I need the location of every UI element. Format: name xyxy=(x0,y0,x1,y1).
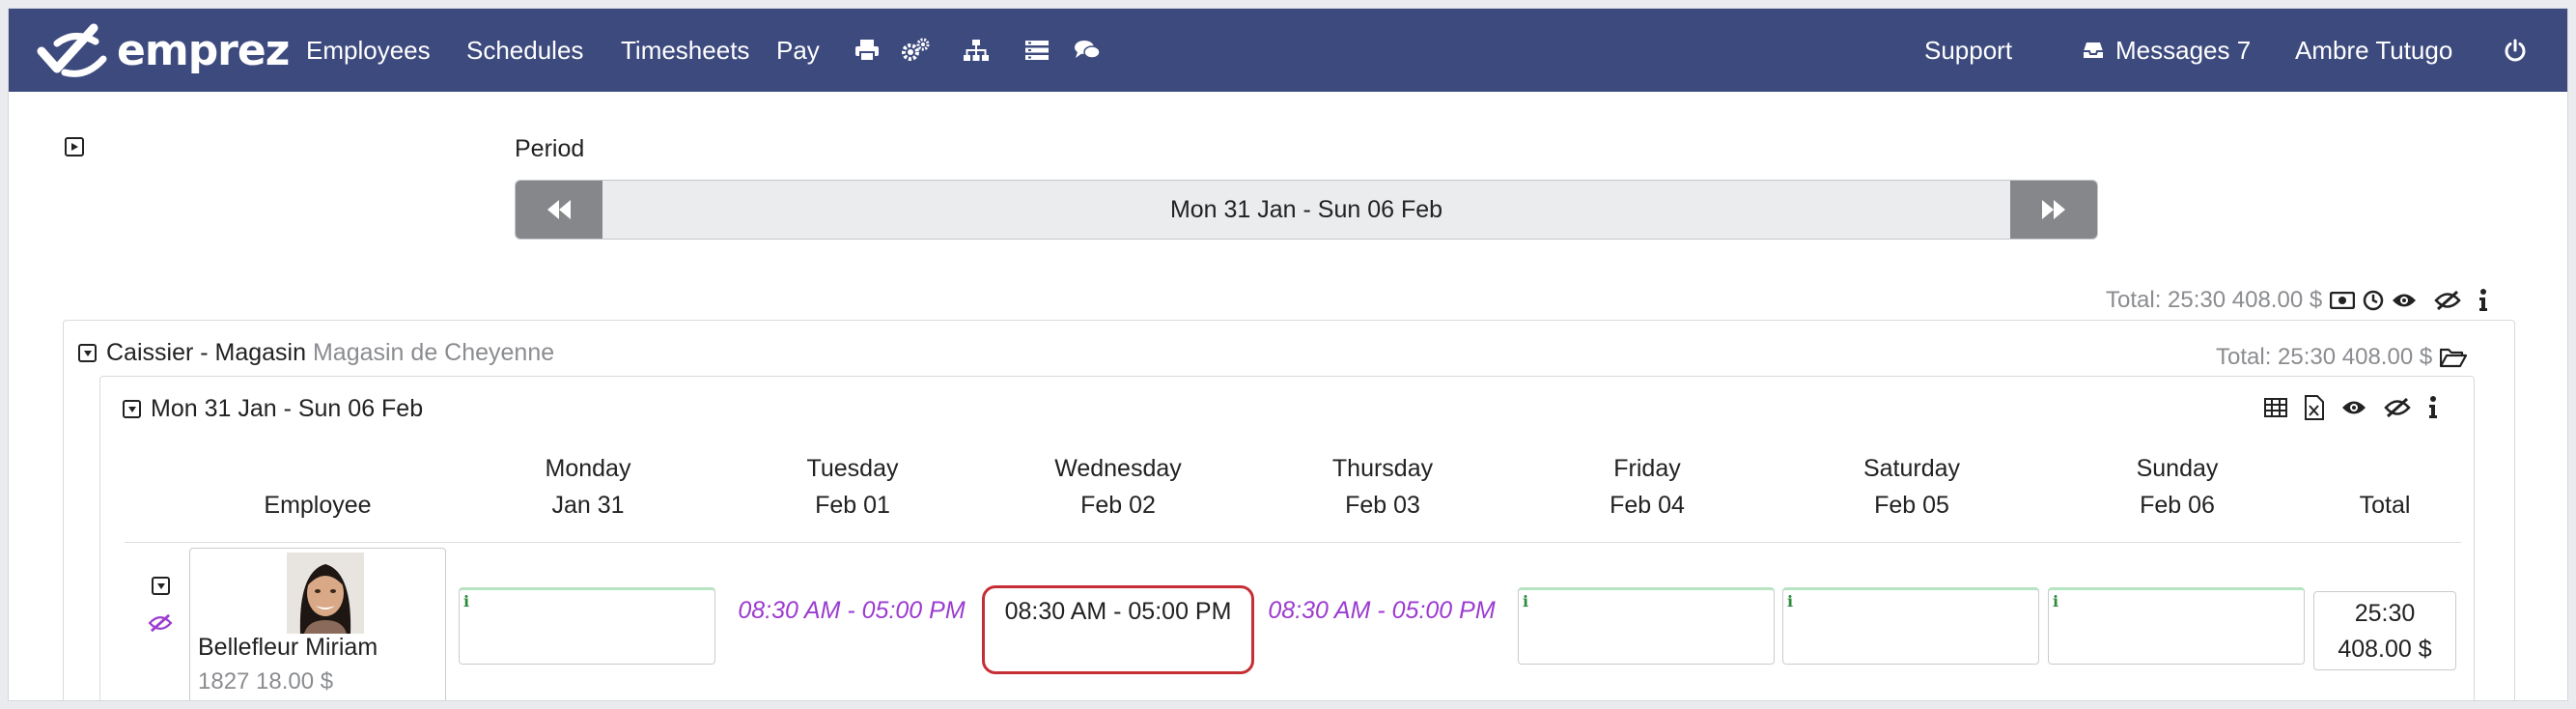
group-location: Magasin de Cheyenne xyxy=(312,339,555,366)
nav-support[interactable]: Support xyxy=(1924,9,2012,92)
info-icon[interactable] xyxy=(2428,396,2438,419)
column-header-friday: Friday Feb 04 xyxy=(1518,450,1777,524)
eye-icon[interactable] xyxy=(2392,292,2417,309)
nav-employees[interactable]: Employees xyxy=(306,9,431,92)
employee-column-header: Employee xyxy=(264,492,372,519)
week-header: Mon 31 Jan - Sun 06 Feb xyxy=(123,395,423,423)
day-name: Sunday xyxy=(2136,455,2219,482)
column-header-sunday: Sunday Feb 06 xyxy=(2048,450,2307,524)
week-toolbar xyxy=(2264,395,2438,420)
fast-backward-icon xyxy=(547,200,571,219)
nav-messages[interactable]: Messages 7 xyxy=(2083,9,2251,92)
clock-icon[interactable] xyxy=(2363,290,2384,311)
nav-pay[interactable]: Pay xyxy=(776,9,820,92)
day-date: Feb 02 xyxy=(1080,492,1156,519)
period-range[interactable]: Mon 31 Jan - Sun 06 Feb xyxy=(602,181,2010,239)
eye-icon[interactable] xyxy=(2341,399,2366,416)
column-header-thursday: Thursday Feb 03 xyxy=(1253,450,1512,524)
previous-period-button[interactable] xyxy=(516,181,602,239)
money-icon[interactable] xyxy=(2330,292,2356,309)
info-icon[interactable] xyxy=(2478,289,2488,312)
app-frame: emprez Employees Schedules Timesheets Pa… xyxy=(8,8,2568,701)
excel-file-icon[interactable] xyxy=(2305,395,2324,420)
inbox-icon xyxy=(2084,43,2103,58)
column-header-tuesday: Tuesday Feb 01 xyxy=(723,450,982,524)
summary-total: Total: 25:30 408.00 $ xyxy=(2106,287,2323,313)
shift-cell-monday[interactable]: i xyxy=(459,587,715,665)
next-period-button[interactable] xyxy=(2010,181,2097,239)
hidden-eye-icon[interactable] xyxy=(148,613,173,638)
employee-name: Bellefleur Miriam xyxy=(198,634,378,661)
day-date: Feb 06 xyxy=(2140,492,2215,519)
day-name: Saturday xyxy=(1862,455,1961,482)
info-icon[interactable]: i xyxy=(463,592,469,610)
nav-schedules[interactable]: Schedules xyxy=(466,9,583,92)
row-collapse-icon[interactable] xyxy=(152,577,170,595)
brand-name: emprez xyxy=(117,25,290,75)
employee-meta: 1827 18.00 $ xyxy=(198,668,334,695)
day-date: Feb 05 xyxy=(1874,492,1949,519)
comments-icon[interactable] xyxy=(1074,9,1101,92)
week-title-text: Mon 31 Jan - Sun 06 Feb xyxy=(151,395,424,422)
total-column-header: Total xyxy=(2359,492,2411,519)
brand-logo[interactable]: emprez xyxy=(36,9,290,92)
summary-total-bar: Total: 25:30 408.00 $ xyxy=(2106,287,2488,314)
printer-icon[interactable] xyxy=(854,9,880,92)
emprez-logo-icon xyxy=(37,23,107,77)
shift-thursday[interactable]: 08:30 AM - 05:00 PM xyxy=(1253,597,1510,625)
folder-open-icon[interactable] xyxy=(2440,347,2468,368)
day-date: Feb 03 xyxy=(1345,492,1420,519)
eye-slash-icon[interactable] xyxy=(2434,290,2461,311)
day-name: Monday xyxy=(545,455,631,482)
messages-label: Messages 7 xyxy=(2115,35,2252,65)
period-label: Period xyxy=(515,135,585,162)
shift-wednesday: 08:30 AM - 05:00 PM xyxy=(1004,598,1232,625)
group-header: Caissier - Magasin Magasin de Cheyenne xyxy=(78,339,554,367)
shift-cell-saturday[interactable]: i xyxy=(1782,587,2039,665)
day-date: Jan 31 xyxy=(551,492,625,519)
nav-user[interactable]: Ambre Tutugo xyxy=(2295,9,2452,92)
info-icon[interactable]: i xyxy=(1523,592,1528,610)
day-name: Friday xyxy=(1613,455,1681,482)
shift-cell-sunday[interactable]: i xyxy=(2048,587,2305,665)
group-total: Total: 25:30 408.00 $ xyxy=(2216,344,2433,370)
collapse-icon[interactable] xyxy=(123,400,141,418)
employee-avatar xyxy=(287,553,364,634)
info-icon[interactable]: i xyxy=(1787,592,1793,610)
shift-wednesday-selected[interactable]: 08:30 AM - 05:00 PM xyxy=(982,585,1254,674)
fast-forward-icon xyxy=(2042,200,2065,219)
group-total-bar: Total: 25:30 408.00 $ xyxy=(2216,344,2468,371)
org-chart-icon[interactable] xyxy=(963,9,990,92)
power-icon[interactable] xyxy=(2504,9,2527,92)
info-icon[interactable]: i xyxy=(2053,592,2058,610)
list-icon[interactable] xyxy=(1024,9,1050,92)
header-divider xyxy=(125,542,2461,543)
employee-card[interactable]: Bellefleur Miriam 1827 18.00 $ xyxy=(189,548,446,700)
day-date: Feb 01 xyxy=(815,492,890,519)
column-header-wednesday: Wednesday Feb 02 xyxy=(989,450,1247,524)
sidebar-toggle-icon[interactable] xyxy=(65,137,84,156)
eye-slash-icon[interactable] xyxy=(2384,397,2411,418)
group-position: Caissier - Magasin xyxy=(106,339,307,366)
shift-tuesday[interactable]: 08:30 AM - 05:00 PM xyxy=(723,597,980,625)
period-selector: Mon 31 Jan - Sun 06 Feb xyxy=(515,180,2098,240)
column-header-saturday: Saturday Feb 05 xyxy=(1782,450,2041,524)
table-icon[interactable] xyxy=(2264,398,2287,417)
cogs-icon[interactable] xyxy=(901,9,930,92)
shift-cell-friday[interactable]: i xyxy=(1518,587,1775,665)
day-name: Wednesday xyxy=(1054,455,1182,482)
top-navbar: emprez Employees Schedules Timesheets Pa… xyxy=(9,9,2567,92)
total-pay: 408.00 $ xyxy=(2338,636,2432,663)
column-header-monday: Monday Jan 31 xyxy=(459,450,717,524)
employee-total-cell: 25:30 408.00 $ xyxy=(2313,591,2456,670)
day-name: Tuesday xyxy=(806,455,899,482)
nav-timesheets[interactable]: Timesheets xyxy=(621,9,749,92)
day-name: Thursday xyxy=(1331,455,1434,482)
total-hours: 25:30 xyxy=(2354,600,2416,627)
day-date: Feb 04 xyxy=(1610,492,1685,519)
collapse-icon[interactable] xyxy=(78,344,97,362)
